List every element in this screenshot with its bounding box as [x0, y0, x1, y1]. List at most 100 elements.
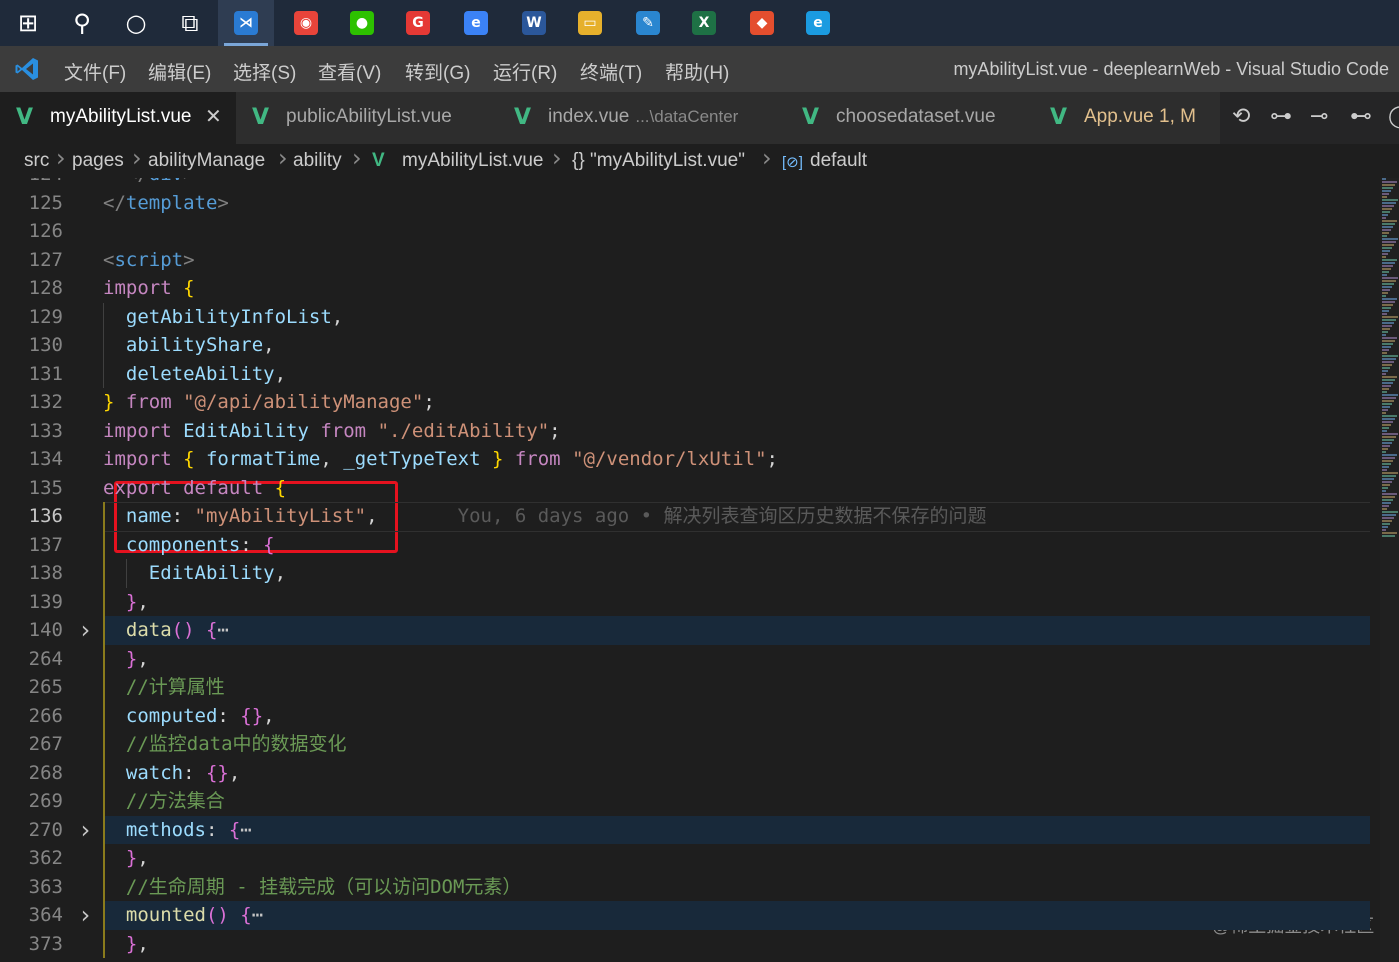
code-line[interactable]: 140 › data() {⋯: [0, 616, 1380, 645]
line-number: 269: [28, 790, 63, 812]
taskbar-button[interactable]: ⚲: [54, 0, 110, 46]
taskbar-button[interactable]: ⋊: [218, 0, 274, 46]
code-token: from: [514, 448, 573, 470]
minimap-line: [1382, 226, 1393, 228]
minimap-line: [1382, 262, 1395, 264]
code-line[interactable]: 139 },: [0, 588, 1380, 617]
code-line[interactable]: 364 › mounted() {⋯: [0, 901, 1380, 930]
menu-item[interactable]: 运行(R): [493, 58, 557, 85]
taskbar-button[interactable]: X: [676, 0, 732, 46]
code-line[interactable]: 134 import { formatTime, _getTypeText } f…: [0, 445, 1380, 474]
taskbar-button[interactable]: ○: [108, 0, 164, 46]
taskbar-button[interactable]: ⊞: [0, 0, 56, 46]
code-line[interactable]: 132} from "@/api/abilityManage";: [0, 388, 1380, 417]
code-editor[interactable]: @稀土掘金技术社区 124 </div>125</template>126127…: [0, 178, 1399, 962]
git-compare-icon[interactable]: ⊶: [1270, 104, 1292, 129]
tab-app-vue[interactable]: V App.vue 1, M: [1034, 92, 1221, 144]
chevron-right-icon: ›: [762, 144, 772, 172]
minimap-line: [1382, 535, 1395, 537]
code-line[interactable]: 264 },: [0, 645, 1380, 674]
code-line[interactable]: 138 EditAbility,: [0, 559, 1380, 588]
code-line[interactable]: 133 import EditAbility from "./editAbilit…: [0, 417, 1380, 446]
breadcrumb-item[interactable]: {} "myAbilityList.vue": [572, 150, 745, 172]
minimap-line: [1382, 187, 1393, 189]
close-icon[interactable]: ✕: [205, 104, 222, 129]
code-token: </: [103, 178, 149, 185]
code-line[interactable]: 136 name: "myAbilityList", You, 6 days a…: [0, 502, 1380, 531]
minimap-line: [1382, 472, 1398, 474]
code-line[interactable]: 268 watch: {},: [0, 759, 1380, 788]
taskbar-button[interactable]: ✎: [620, 0, 676, 46]
menu-item[interactable]: 转到(G): [405, 58, 470, 85]
code-line[interactable]: 363 //生命周期 - 挂载完成（可以访问DOM元素）: [0, 873, 1380, 902]
minimap-line: [1382, 454, 1397, 456]
taskbar-button[interactable]: ◆: [734, 0, 790, 46]
code-line[interactable]: 266 computed: {},: [0, 702, 1380, 731]
taskbar-button[interactable]: e: [448, 0, 504, 46]
code-line[interactable]: 135 export default {: [0, 474, 1380, 503]
code-line[interactable]: 130 abilityShare,: [0, 331, 1380, 360]
code-line[interactable]: 269 //方法集合: [0, 787, 1380, 816]
code-line[interactable]: 125 </template>: [0, 189, 1380, 218]
tab-publicabilitylist-vue[interactable]: VpublicAbilityList.vue: [236, 92, 499, 144]
taskbar-button[interactable]: ▭: [562, 0, 618, 46]
code-text: },: [103, 930, 149, 959]
code-token: ,: [137, 932, 149, 955]
menu-item[interactable]: 帮助(H): [665, 58, 729, 85]
breadcrumb-item[interactable]: ability: [293, 150, 342, 172]
more-actions-icon[interactable]: ◯: [1388, 104, 1399, 129]
code-token: formatTime: [205, 448, 321, 470]
menu-item[interactable]: 终端(T): [580, 58, 642, 85]
minimap-line: [1382, 268, 1391, 270]
code-token: {: [183, 277, 195, 299]
taskbar-button[interactable]: ◉: [278, 0, 334, 46]
minimap-line: [1382, 370, 1388, 372]
breadcrumb-item[interactable]: abilityManage: [148, 150, 265, 172]
tab-myabilitylist-vue[interactable]: VmyAbilityList.vue ✕: [0, 92, 237, 144]
tab-index-vue[interactable]: Vindex.vue ...\dataCenter: [498, 92, 787, 144]
minimap-line: [1382, 340, 1395, 342]
breadcrumb-item[interactable]: default: [810, 150, 867, 172]
code-line[interactable]: 270 › methods: {⋯: [0, 816, 1380, 845]
menu-item[interactable]: 查看(V): [318, 58, 381, 85]
breadcrumb-item[interactable]: pages: [72, 150, 124, 172]
task-view-icon: ⧉: [181, 9, 199, 37]
git-commit-next-icon[interactable]: ⊷: [1350, 104, 1372, 129]
fold-chevron-icon[interactable]: ›: [78, 901, 92, 930]
code-line[interactable]: 267 //监控data中的数据变化: [0, 730, 1380, 759]
minimap-line: [1382, 397, 1396, 399]
menu-item[interactable]: 编辑(E): [148, 58, 211, 85]
minimap-line: [1382, 496, 1395, 498]
taskbar-button[interactable]: ●: [334, 0, 390, 46]
tab-choosedataset-vue[interactable]: Vchoosedataset.vue: [786, 92, 1035, 144]
code-line[interactable]: 373 },: [0, 930, 1380, 959]
code-line[interactable]: 362 },: [0, 844, 1380, 873]
code-line[interactable]: 129 getAbilityInfoList,: [0, 303, 1380, 332]
git-commit-prev-icon[interactable]: ⊸: [1310, 104, 1328, 129]
timeline-history-icon[interactable]: ⟲: [1232, 104, 1250, 129]
taskbar-button[interactable]: e: [790, 0, 846, 46]
minimap-line: [1382, 403, 1392, 405]
code-line[interactable]: 124 </div>: [0, 178, 1380, 189]
fold-chevron-icon[interactable]: ›: [78, 816, 92, 845]
tab-label: index.vue ...\dataCenter: [548, 106, 738, 128]
code-line[interactable]: 265 //计算属性: [0, 673, 1380, 702]
minimap[interactable]: [1380, 178, 1399, 962]
code-line[interactable]: 131 deleteAbility,: [0, 360, 1380, 389]
minimap-line: [1382, 220, 1397, 222]
breadcrumb-item[interactable]: myAbilityList.vue: [402, 150, 544, 172]
code-line[interactable]: 137 components: {: [0, 531, 1380, 560]
taskbar-button[interactable]: W: [506, 0, 562, 46]
code-line[interactable]: 127 <script>: [0, 246, 1380, 275]
code-text: //生命周期 - 挂载完成（可以访问DOM元素）: [103, 873, 522, 902]
window-title: myAbilityList.vue - deeplearnWeb - Visua…: [953, 59, 1389, 79]
breadcrumb-item[interactable]: src: [24, 150, 49, 172]
code-line[interactable]: 126: [0, 217, 1380, 246]
taskbar-button[interactable]: G: [390, 0, 446, 46]
menu-item[interactable]: 选择(S): [233, 58, 296, 85]
minimap-line: [1382, 250, 1390, 252]
menu-item[interactable]: 文件(F): [64, 58, 126, 85]
code-line[interactable]: 128 import {: [0, 274, 1380, 303]
fold-chevron-icon[interactable]: ›: [78, 616, 92, 645]
taskbar-button[interactable]: ⧉: [162, 0, 218, 46]
